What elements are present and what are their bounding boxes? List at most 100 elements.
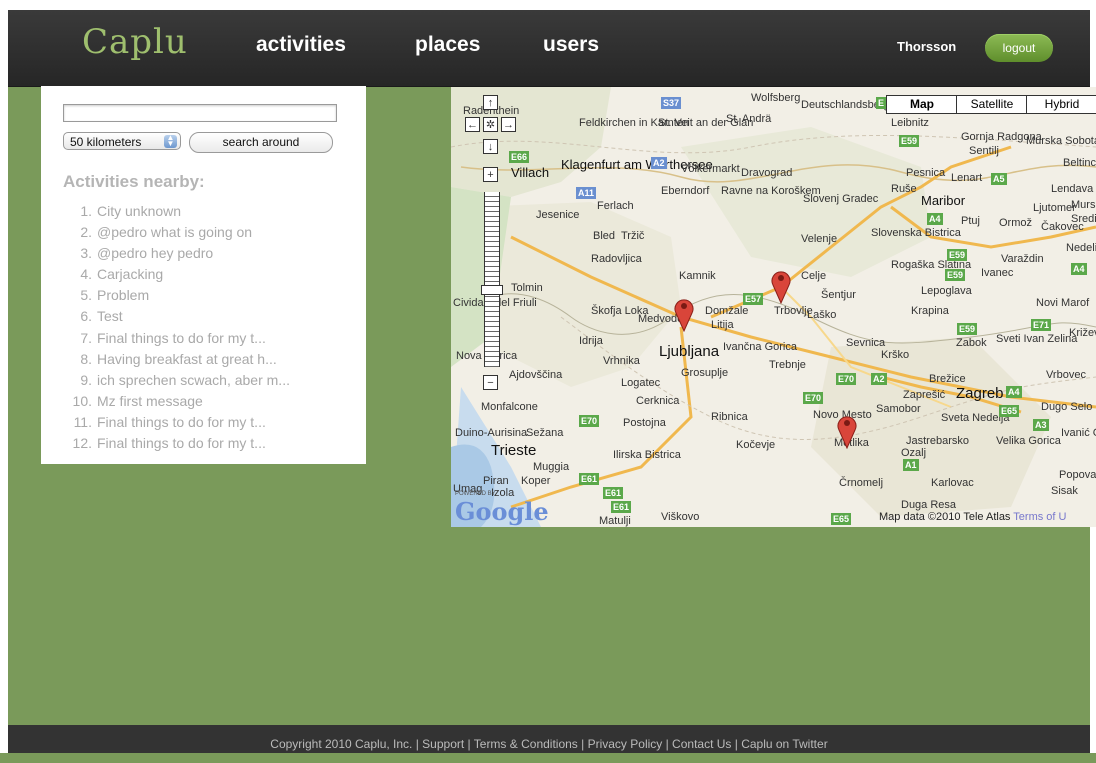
map-label: Ruše: [891, 183, 917, 195]
select-arrows-icon: ▲ ▼: [164, 134, 177, 148]
caplu-logo[interactable]: Caplu: [82, 22, 188, 62]
google-logo[interactable]: Google: [455, 497, 549, 526]
road-shield: E61: [603, 487, 624, 499]
map-label: Villach: [511, 165, 550, 180]
pan-down-icon[interactable]: ↓: [483, 139, 498, 154]
radius-select[interactable]: 50 kilometers ▲ ▼: [63, 132, 181, 150]
road-shield: A1: [903, 459, 919, 471]
road-shield: A4: [1006, 386, 1022, 398]
road-shield: E71: [1031, 319, 1052, 331]
left-frame: [0, 0, 8, 753]
list-item[interactable]: 1. City unknown: [63, 201, 290, 222]
search-around-button[interactable]: search around: [189, 132, 333, 153]
road-shield: E65: [999, 405, 1020, 417]
pan-up-icon[interactable]: ↑: [483, 95, 498, 110]
map-label: Nedelišće: [1066, 242, 1096, 254]
map-type-hybrid-button[interactable]: Hybrid: [1026, 95, 1096, 114]
map-label: Dugo Selo: [1041, 401, 1093, 413]
map-label: Tolmin: [511, 282, 543, 294]
list-item[interactable]: 10. Mz first message: [63, 391, 290, 412]
map-label: Matulji: [599, 515, 631, 527]
nav-users[interactable]: users: [543, 33, 599, 57]
map-label: Domžale: [705, 305, 749, 317]
nav-places[interactable]: places: [415, 33, 480, 57]
zoom-in-icon[interactable]: +: [483, 167, 498, 182]
map-marker-pin[interactable]: [673, 296, 695, 332]
map-label: Eberndorf: [661, 185, 710, 197]
location-search-input[interactable]: [63, 104, 337, 122]
map-label: Piran: [483, 475, 509, 487]
map-label: Lendava: [1051, 183, 1094, 195]
pan-left-icon[interactable]: ←: [465, 117, 480, 132]
map-label: Dravograd: [741, 167, 793, 179]
map-label: Mursko: [1071, 199, 1096, 211]
map-label: Velenje: [801, 233, 838, 245]
road-shield: A4: [1071, 263, 1087, 275]
map-label: Krško: [881, 349, 910, 361]
map-label: Monfalcone: [481, 401, 538, 413]
list-item[interactable]: 8. Having breakfast at great h...: [63, 349, 290, 370]
road-shield: E70: [836, 373, 857, 385]
map-label: Novi Marof: [1036, 297, 1090, 309]
zoom-slider-rail[interactable]: [484, 192, 500, 367]
road-shield: E61: [611, 501, 632, 513]
logout-button[interactable]: logout: [985, 34, 1053, 62]
map-type-satellite-button[interactable]: Satellite: [956, 95, 1028, 114]
activities-list: 1. City unknown 2. @pedro what is going on…: [63, 201, 290, 454]
road-shield: E59: [957, 323, 978, 335]
site-footer: Copyright 2010 Caplu, Inc. | Support | T…: [8, 725, 1090, 753]
map-label: Ferlach: [597, 200, 634, 212]
map-label: Ozalj: [901, 447, 927, 459]
pan-right-icon[interactable]: →: [501, 117, 516, 132]
map-label: Muggia: [533, 461, 570, 473]
list-item[interactable]: 7. Final things to do for my t...: [63, 328, 290, 349]
map-label: Postojna: [623, 417, 666, 429]
road-shield: A3: [1033, 419, 1049, 431]
map-label: Völkermarkt: [681, 163, 740, 175]
list-item[interactable]: 4. Carjacking: [63, 264, 290, 285]
map-label: Sevnica: [846, 337, 886, 349]
map-marker-pin[interactable]: [836, 413, 858, 449]
map-label: Ormož: [999, 217, 1032, 229]
map-label: Wolfsberg: [751, 92, 801, 104]
road-shield: E66: [509, 151, 530, 163]
pan-center-icon[interactable]: ✲: [483, 117, 498, 132]
map-label: Karlovac: [931, 477, 974, 489]
map-label: Ivančna Gorica: [723, 341, 797, 353]
map-label: Sežana: [526, 427, 564, 439]
list-item[interactable]: 5. Problem: [63, 285, 290, 306]
map-marker-pin[interactable]: [770, 268, 792, 304]
map-label: Križevci: [1069, 327, 1096, 339]
zoom-out-icon[interactable]: −: [483, 375, 498, 390]
road-shield: A5: [991, 173, 1007, 185]
nav-activities[interactable]: activities: [256, 33, 346, 57]
map-label: Viškovo: [661, 511, 700, 523]
list-item[interactable]: 11. Final things to do for my t...: [63, 412, 290, 433]
footer-links[interactable]: Copyright 2010 Caplu, Inc. | Support | T…: [270, 737, 827, 751]
map-label: Ivanec: [981, 267, 1014, 279]
map-label: Središče: [1071, 213, 1096, 225]
map-label: Krapina: [911, 305, 949, 317]
site-header: Caplu activities places users Thorsson l…: [8, 10, 1090, 87]
list-item[interactable]: 2. @pedro what is going on: [63, 222, 290, 243]
map-type-map-button[interactable]: Map: [886, 95, 958, 114]
zoom-slider-thumb[interactable]: [481, 285, 503, 295]
google-logo-text: Google: [455, 497, 549, 526]
map-label: Trieste: [491, 442, 537, 459]
list-item[interactable]: 12. Final things to do for my t...: [63, 433, 290, 454]
list-item[interactable]: 3. @pedro hey pedro: [63, 243, 290, 264]
list-item[interactable]: 6. Test: [63, 306, 290, 327]
map-label: Ajdovščina: [509, 369, 563, 381]
road-shield: E59: [945, 269, 966, 281]
username-link[interactable]: Thorsson: [897, 39, 956, 54]
list-item[interactable]: 9. ich sprechen scwach, aber m...: [63, 370, 290, 391]
map-label: Beltinci: [1063, 157, 1096, 169]
map-label: Duga Resa: [901, 499, 957, 511]
top-frame: [0, 0, 1096, 10]
map-view[interactable]: Radenthein Feldkirchen in Kärnten St. Ve…: [451, 87, 1096, 527]
map-label: Duino-Aurisina: [455, 427, 528, 439]
terms-of-use-link[interactable]: Terms of U: [1013, 511, 1066, 523]
map-label: Sisak: [1051, 485, 1078, 497]
map-label: Maribor: [921, 193, 966, 208]
road-shield: E70: [579, 415, 600, 427]
